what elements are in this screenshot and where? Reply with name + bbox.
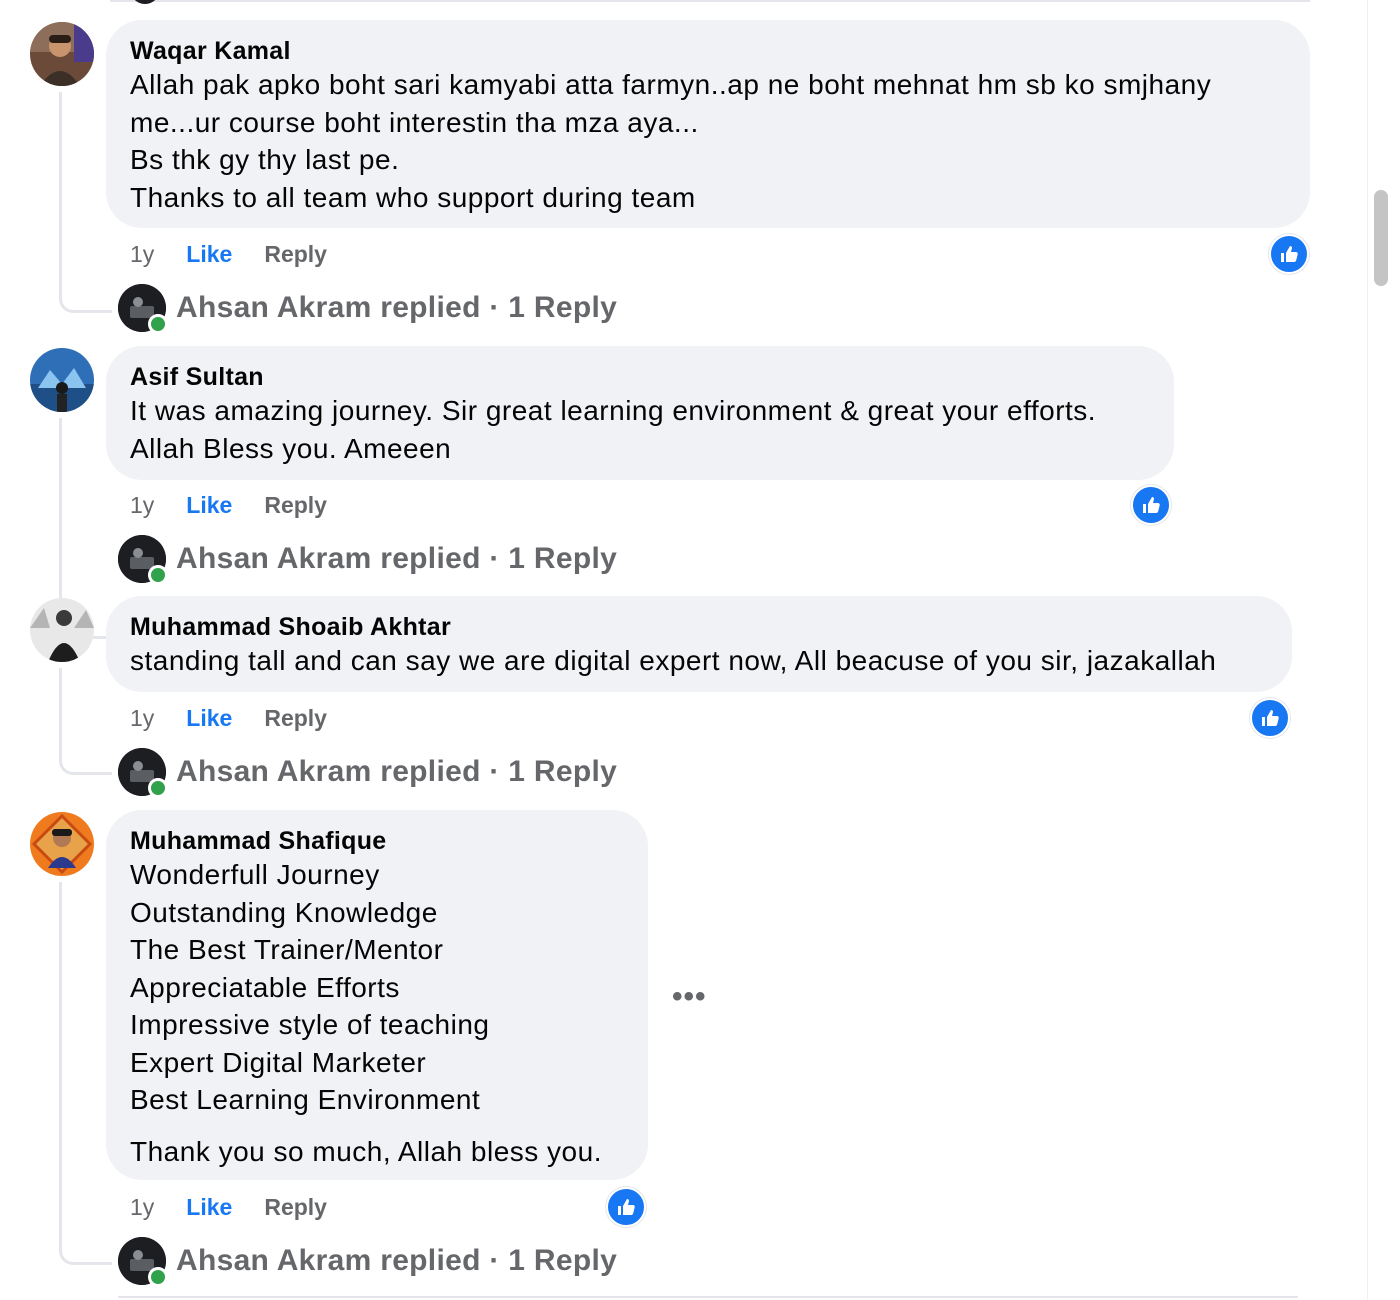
comment-text: It was amazing journey. Sir great learni… [130, 395, 1097, 464]
replies-link[interactable]: Ahsan Akram replied · 1 Reply [118, 535, 617, 585]
comments-page: Waqar Kamal Allah pak apko boht sari kam… [0, 0, 1400, 1300]
scrollbar-thumb[interactable] [1374, 190, 1388, 286]
online-status-dot [148, 565, 168, 585]
reply-button[interactable]: Reply [264, 490, 327, 520]
avatar[interactable] [30, 22, 94, 86]
like-reaction-icon[interactable] [606, 1187, 646, 1227]
comment-text: standing tall and can say we are digital… [130, 645, 1217, 676]
thread-connector [59, 882, 112, 1265]
comment-author[interactable]: Muhammad Shafique [130, 826, 624, 856]
comment-author[interactable]: Muhammad Shoaib Akhtar [130, 612, 1268, 642]
comment-bubble: Waqar Kamal Allah pak apko boht sari kam… [106, 20, 1310, 228]
comment-actions: 1y Like Reply [130, 239, 327, 269]
like-reaction-icon[interactable] [1250, 698, 1290, 738]
online-status-dot [148, 1267, 168, 1287]
previous-comment-edge [110, 0, 1310, 6]
comment-bubble: Asif Sultan It was amazing journey. Sir … [106, 346, 1174, 480]
online-status-dot [148, 314, 168, 334]
comment-timestamp[interactable]: 1y [130, 1192, 154, 1222]
thread-connector [59, 668, 112, 775]
online-status-dot [148, 778, 168, 798]
replies-summary[interactable]: Ahsan Akram replied · 1 Reply [176, 542, 617, 576]
replies-summary[interactable]: Ahsan Akram replied · 1 Reply [176, 755, 617, 789]
replies-link[interactable]: Ahsan Akram replied · 1 Reply [118, 284, 617, 334]
more-options-icon[interactable]: ••• [672, 980, 707, 1014]
replier-avatar [118, 1237, 168, 1287]
avatar[interactable] [30, 598, 94, 662]
comment-timestamp[interactable]: 1y [130, 703, 154, 733]
replier-avatar [118, 535, 168, 585]
replies-link[interactable]: Ahsan Akram replied · 1 Reply [118, 748, 617, 798]
next-comment-edge [118, 1296, 1298, 1298]
comment-author[interactable]: Waqar Kamal [130, 36, 1286, 66]
replier-avatar [118, 748, 168, 798]
reply-button[interactable]: Reply [264, 703, 327, 733]
replier-avatar [118, 284, 168, 334]
comment-text: Wonderfull Journey Outstanding Knowledge… [130, 859, 490, 1115]
like-button[interactable]: Like [186, 239, 232, 269]
comment-timestamp[interactable]: 1y [130, 239, 154, 269]
comment-actions: 1y Like Reply [130, 490, 327, 520]
like-button[interactable]: Like [186, 703, 232, 733]
like-reaction-icon[interactable] [1131, 485, 1171, 525]
comment-actions: 1y Like Reply [130, 703, 327, 733]
comment-bubble: Muhammad Shoaib Akhtar standing tall and… [106, 596, 1292, 692]
replies-summary[interactable]: Ahsan Akram replied · 1 Reply [176, 291, 617, 325]
thread-connector [59, 92, 112, 313]
reply-button[interactable]: Reply [264, 239, 327, 269]
scrollbar[interactable] [1367, 0, 1400, 1300]
like-button[interactable]: Like [186, 1192, 232, 1222]
comment-bubble: Muhammad Shafique Wonderfull Journey Out… [106, 810, 648, 1180]
reply-button[interactable]: Reply [264, 1192, 327, 1222]
avatar[interactable] [30, 348, 94, 412]
replies-summary[interactable]: Ahsan Akram replied · 1 Reply [176, 1244, 617, 1278]
like-button[interactable]: Like [186, 490, 232, 520]
comment-actions: 1y Like Reply [130, 1192, 327, 1222]
like-reaction-icon[interactable] [1269, 234, 1309, 274]
avatar[interactable] [30, 812, 94, 876]
comment-text-closing: Thank you so much, Allah bless you. [130, 1135, 602, 1167]
comment-text: Allah pak apko boht sari kamyabi atta fa… [130, 69, 1212, 213]
replies-link[interactable]: Ahsan Akram replied · 1 Reply [118, 1237, 617, 1287]
comment-timestamp[interactable]: 1y [130, 490, 154, 520]
comment-author[interactable]: Asif Sultan [130, 362, 1150, 392]
